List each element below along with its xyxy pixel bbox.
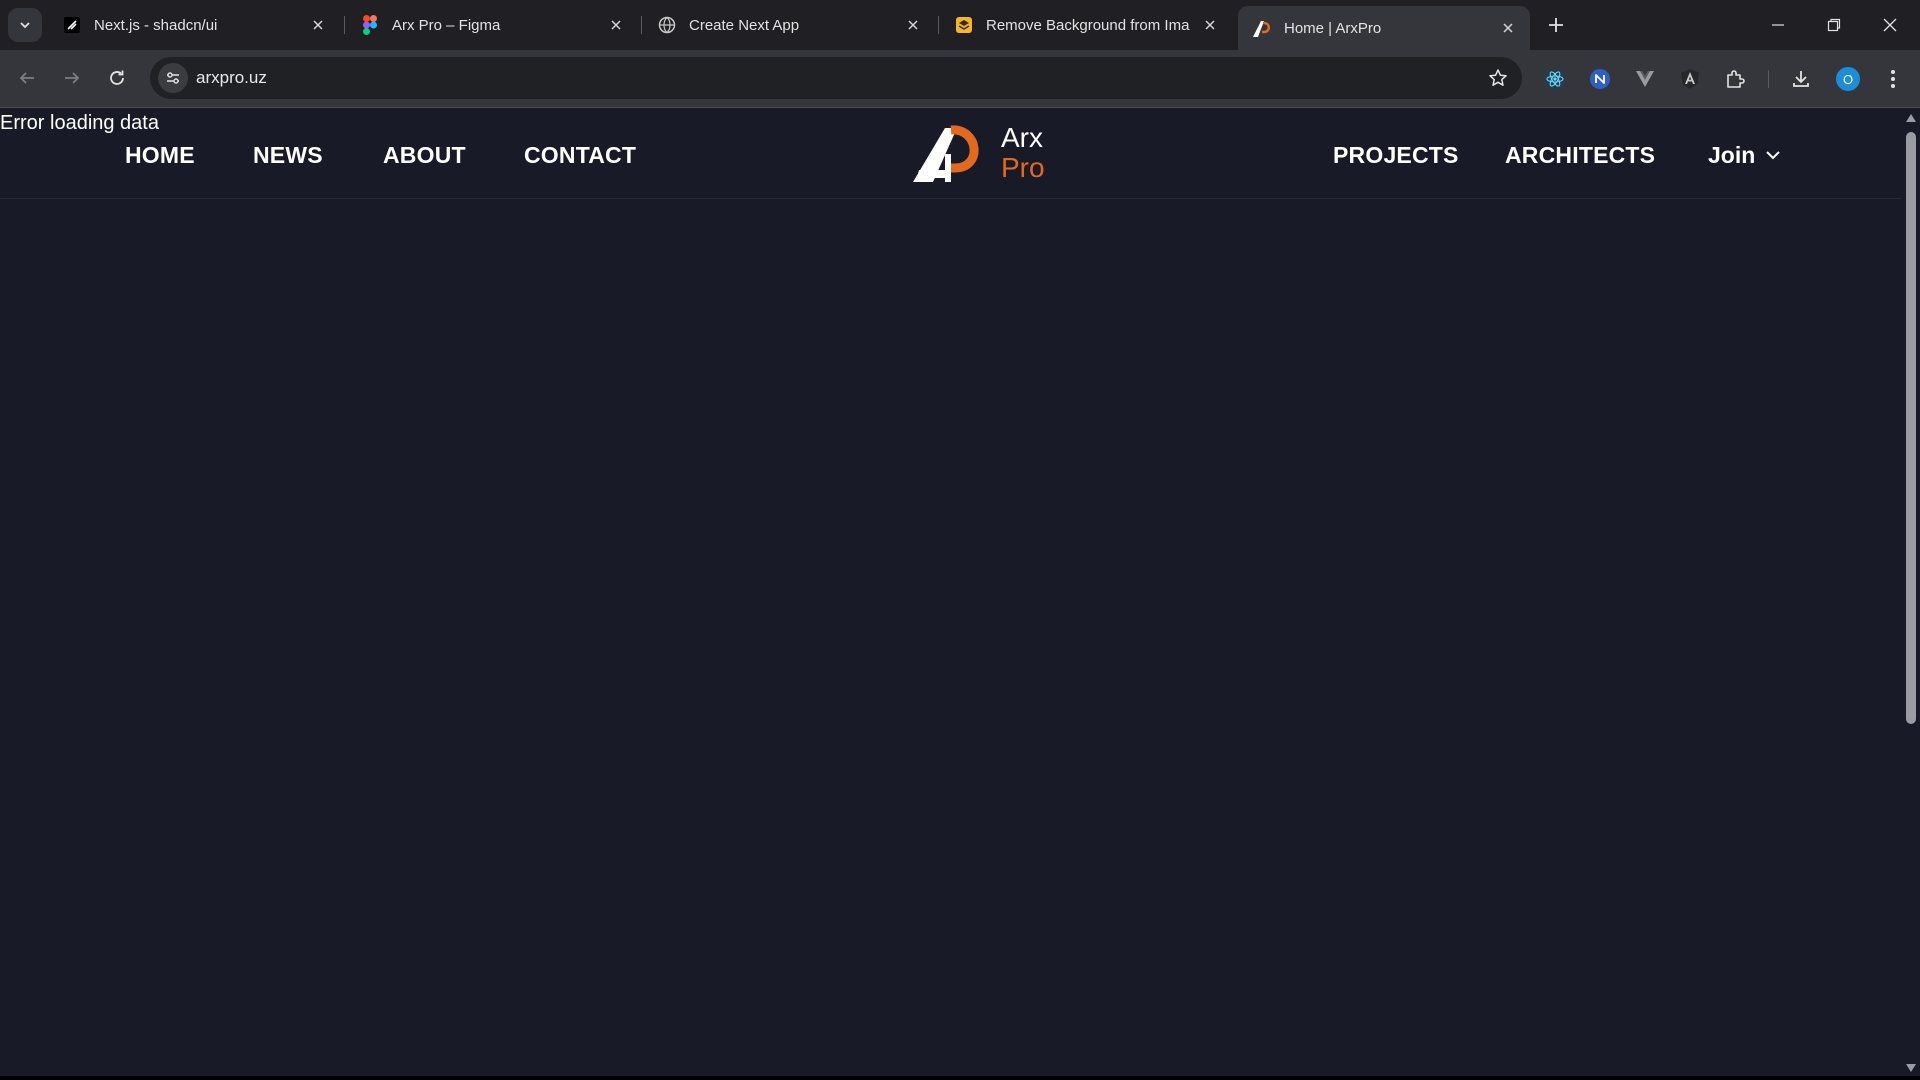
tab-separator bbox=[938, 16, 939, 34]
close-icon[interactable] bbox=[901, 13, 925, 37]
browser-window: Next.js - shadcn/ui Arx Pro – Figma Crea… bbox=[0, 0, 1920, 1080]
nav-news[interactable]: NEWS bbox=[253, 140, 323, 170]
nav-projects[interactable]: PROJECTS bbox=[1333, 140, 1459, 170]
bookmark-button[interactable] bbox=[1486, 66, 1510, 90]
toolbar-separator bbox=[1768, 70, 1769, 88]
site-header: HOME NEWS ABOUT CONTACT Arx Pro PROJECTS… bbox=[0, 108, 1902, 199]
chevron-down-icon bbox=[1763, 145, 1783, 165]
url-text: arxpro.uz bbox=[196, 68, 267, 87]
close-icon[interactable] bbox=[1198, 13, 1222, 37]
site-info-button[interactable] bbox=[158, 63, 188, 93]
angular-icon bbox=[1681, 69, 1699, 89]
tab-figma[interactable]: Arx Pro – Figma bbox=[346, 6, 638, 44]
close-icon[interactable] bbox=[604, 13, 628, 37]
tab-search-button[interactable] bbox=[8, 8, 42, 42]
restore-button[interactable] bbox=[1806, 0, 1862, 50]
tab-separator bbox=[641, 16, 642, 34]
tune-icon bbox=[167, 72, 179, 84]
globe-icon bbox=[657, 15, 677, 35]
minimize-button[interactable] bbox=[1750, 0, 1806, 50]
minimize-icon bbox=[1772, 24, 1784, 26]
tab-title: Next.js - shadcn/ui bbox=[94, 16, 218, 34]
vue-devtools-extension[interactable] bbox=[1630, 64, 1660, 94]
arrow-right-icon bbox=[65, 72, 80, 84]
tab-create-next-app[interactable]: Create Next App bbox=[643, 6, 935, 44]
avatar[interactable]: O bbox=[1836, 67, 1860, 91]
tab-strip: Next.js - shadcn/ui Arx Pro – Figma Crea… bbox=[0, 0, 1920, 50]
close-window-button[interactable] bbox=[1862, 0, 1918, 50]
browser-toolbar: arxpro.uz bbox=[0, 50, 1920, 108]
tab-title: Create Next App bbox=[689, 16, 800, 34]
join-label: Join bbox=[1708, 142, 1756, 168]
restore-icon bbox=[1827, 18, 1841, 32]
reload-icon bbox=[110, 70, 124, 85]
new-tab-button[interactable] bbox=[1541, 10, 1571, 40]
scroll-up-arrow[interactable] bbox=[1905, 112, 1917, 124]
scroll-down-arrow[interactable] bbox=[1905, 1062, 1917, 1074]
browser-menu-button[interactable] bbox=[1878, 64, 1908, 94]
join-dropdown[interactable]: Join bbox=[1708, 140, 1783, 170]
nav-home[interactable]: HOME bbox=[125, 140, 195, 170]
error-message: Error loading data bbox=[0, 112, 159, 134]
logo-text-arx: Arx bbox=[1001, 122, 1043, 153]
nav-architects[interactable]: ARCHITECTS bbox=[1505, 140, 1655, 170]
more-vert-icon bbox=[1891, 70, 1895, 88]
arxpro-icon bbox=[1252, 18, 1272, 38]
page-scrollbar[interactable] bbox=[1902, 108, 1920, 1080]
chevron-down-icon bbox=[20, 22, 30, 29]
tab-title: Remove Background from Imag bbox=[986, 16, 1190, 34]
tab-home-arxpro[interactable]: Home | ArxPro bbox=[1238, 6, 1530, 50]
remove-bg-icon bbox=[954, 15, 974, 35]
address-bar[interactable]: arxpro.uz bbox=[150, 57, 1522, 99]
nav-about[interactable]: ABOUT bbox=[383, 140, 466, 170]
reload-button[interactable] bbox=[100, 61, 134, 95]
nav-contact[interactable]: CONTACT bbox=[524, 140, 636, 170]
close-icon bbox=[1883, 18, 1897, 32]
shadcn-icon bbox=[62, 15, 82, 35]
react-devtools-extension[interactable] bbox=[1540, 64, 1570, 94]
figma-icon bbox=[360, 15, 380, 35]
extensions-button[interactable] bbox=[1720, 64, 1750, 94]
tab-shadcn[interactable]: Next.js - shadcn/ui bbox=[48, 6, 340, 44]
back-button[interactable] bbox=[10, 61, 44, 95]
tab-title: Arx Pro – Figma bbox=[392, 16, 501, 34]
window-bottom-edge bbox=[0, 1076, 1920, 1080]
triangle-up-icon bbox=[1906, 114, 1916, 122]
triangle-down-icon bbox=[1906, 1064, 1916, 1072]
scroll-thumb[interactable] bbox=[1906, 132, 1916, 724]
angular-extension[interactable] bbox=[1675, 64, 1705, 94]
n-extension-icon bbox=[1590, 69, 1610, 89]
puzzle-icon bbox=[1727, 70, 1745, 88]
react-devtools-icon bbox=[1545, 69, 1565, 89]
close-icon[interactable] bbox=[1496, 16, 1520, 40]
plus-icon bbox=[1549, 18, 1563, 32]
arrow-left-icon bbox=[19, 72, 34, 84]
close-icon[interactable] bbox=[306, 13, 330, 37]
forward-button[interactable] bbox=[55, 61, 89, 95]
page-viewport: HOME NEWS ABOUT CONTACT Arx Pro PROJECTS… bbox=[0, 108, 1902, 1080]
logo-text-pro: Pro bbox=[1001, 152, 1045, 183]
n-extension[interactable] bbox=[1585, 64, 1615, 94]
download-icon bbox=[1793, 71, 1809, 87]
tab-title: Home | ArxPro bbox=[1284, 19, 1382, 37]
tab-remove-background[interactable]: Remove Background from Imag bbox=[940, 6, 1232, 44]
star-icon bbox=[1489, 69, 1507, 86]
vue-devtools-icon bbox=[1636, 71, 1654, 87]
downloads-button[interactable] bbox=[1786, 64, 1816, 94]
tab-separator bbox=[344, 16, 345, 34]
